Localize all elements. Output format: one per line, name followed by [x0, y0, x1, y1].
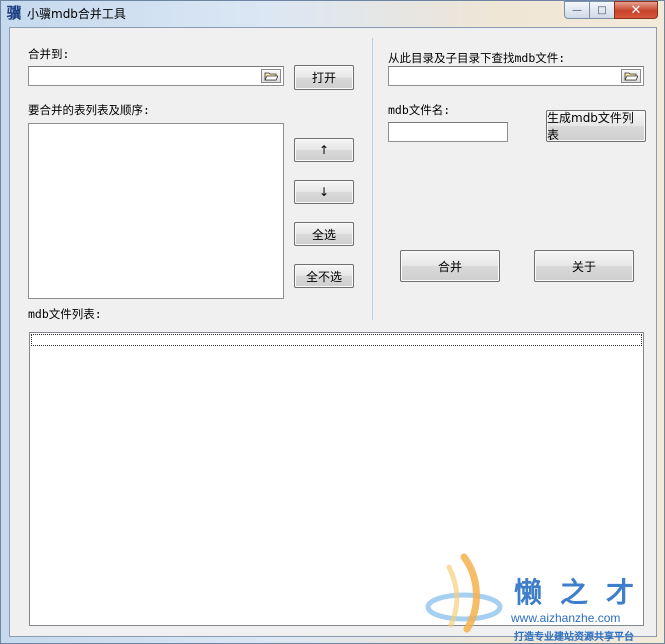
open-button[interactable]: 打开 [294, 65, 354, 90]
minimize-icon: — [572, 4, 582, 16]
arrow-down-icon: ↓ [318, 185, 330, 199]
app-icon: 骥 [6, 4, 22, 22]
file-list-label: mdb文件列表: [28, 307, 102, 321]
watermark-slogan: 打造专业建站资源共享平台 [514, 632, 634, 643]
watermark-logo-icon [425, 553, 503, 633]
watermark: 懒之才 www.aizhanzhe.com 打造专业建站资源共享平台 [419, 537, 659, 643]
move-up-button[interactable]: ↑ [294, 138, 354, 162]
window-title: 小骥mdb合并工具 [27, 7, 126, 21]
close-icon: ✕ [630, 2, 642, 18]
focus-row [31, 334, 642, 346]
search-dir-field[interactable] [388, 66, 644, 86]
search-dir-label: 从此目录及子目录下查找mdb文件: [388, 51, 566, 65]
move-down-button[interactable]: ↓ [294, 180, 354, 204]
maximize-icon: □ [597, 4, 607, 16]
folder-open-icon [624, 72, 638, 81]
browse-merge-to-button[interactable] [261, 69, 281, 83]
close-button[interactable]: ✕ [614, 1, 658, 19]
vertical-divider [372, 38, 374, 320]
app-window: 骥 小骥mdb合并工具 — □ ✕ 合并到: 打开 要合并的表列表及顺序: ↑ … [0, 0, 665, 644]
merge-to-field[interactable] [28, 66, 284, 86]
about-button[interactable]: 关于 [534, 250, 634, 282]
filename-label: mdb文件名: [388, 103, 451, 117]
folder-open-icon [264, 72, 278, 81]
arrow-up-icon: ↑ [318, 143, 330, 157]
minimize-button[interactable]: — [564, 1, 590, 19]
merge-to-input[interactable] [29, 67, 283, 85]
search-dir-input[interactable] [389, 67, 643, 85]
select-all-button[interactable]: 全选 [294, 222, 354, 246]
filename-input[interactable] [389, 123, 507, 141]
browse-search-dir-button[interactable] [621, 69, 641, 83]
select-none-button[interactable]: 全不选 [294, 264, 354, 288]
tables-listbox[interactable] [28, 123, 284, 299]
tables-label: 要合并的表列表及顺序: [28, 103, 150, 117]
caption-buttons: — □ ✕ [564, 1, 658, 19]
watermark-url: www.aizhanzhe.com [511, 611, 621, 625]
title-bar[interactable]: 骥 小骥mdb合并工具 — □ ✕ [1, 1, 664, 25]
merge-button[interactable]: 合并 [400, 250, 500, 282]
filename-field[interactable] [388, 122, 508, 142]
generate-list-button[interactable]: 生成mdb文件列表 [546, 110, 646, 142]
watermark-brand: 懒之才 [514, 576, 653, 609]
maximize-button[interactable]: □ [589, 1, 615, 19]
merge-to-label: 合并到: [28, 47, 70, 61]
